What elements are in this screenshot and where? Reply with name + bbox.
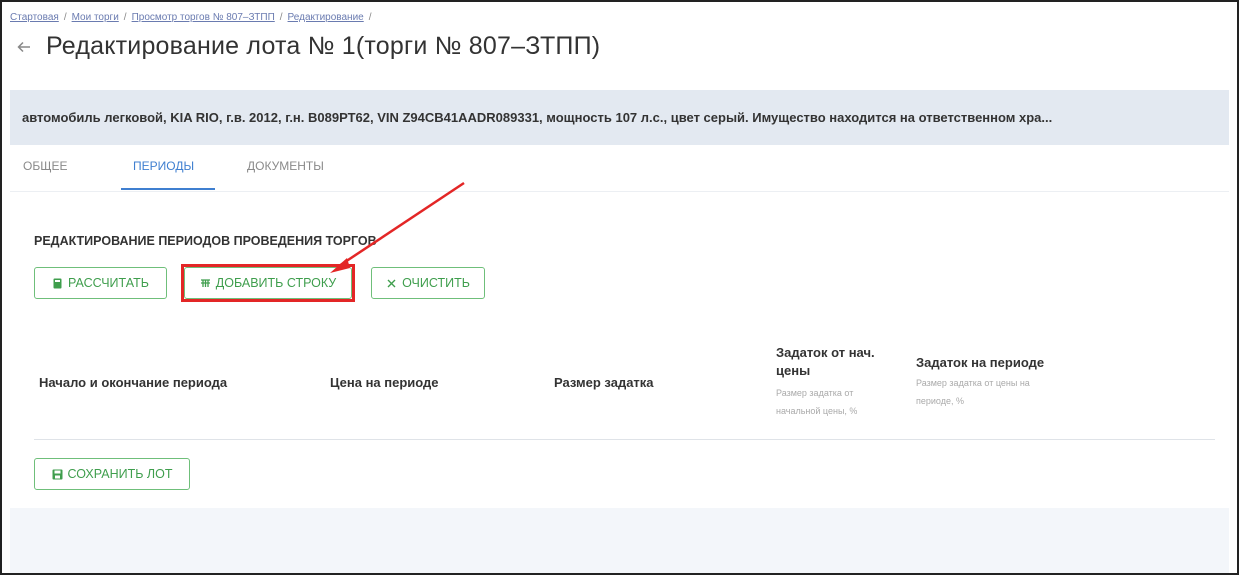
active-tab-indicator bbox=[121, 188, 215, 190]
column-subtitle: Размер задатка от начальной цены, % bbox=[776, 388, 858, 416]
tab-documents[interactable]: Документы bbox=[247, 159, 324, 173]
tab-bar: Общее Периоды Документы bbox=[10, 145, 1229, 192]
clear-label: ОЧИСТИТЬ bbox=[402, 276, 470, 290]
tab-general[interactable]: Общее bbox=[23, 159, 67, 173]
periods-panel: РЕДАКТИРОВАНИЕ ПЕРИОДОВ ПРОВЕДЕНИЯ ТОРГО… bbox=[10, 192, 1229, 508]
save-lot-label: СОХРАНИТЬ ЛОТ bbox=[67, 467, 173, 481]
close-icon bbox=[386, 278, 397, 289]
breadcrumb-my-auctions[interactable]: Мои торги bbox=[72, 12, 119, 23]
column-title: Задаток от нач. цены bbox=[776, 345, 875, 378]
column-title: Цена на периоде bbox=[330, 375, 439, 390]
column-header-deposit-initial: Задаток от нач. цены Размер задатка от н… bbox=[776, 344, 896, 420]
save-icon bbox=[52, 469, 63, 480]
column-header-deposit-period: Задаток на периоде Размер задатка от цен… bbox=[916, 355, 1086, 410]
column-subtitle: Размер задатка от цены на периоде, % bbox=[916, 378, 1030, 406]
column-header-period: Начало и окончание периода bbox=[39, 375, 227, 390]
column-title: Размер задатка bbox=[554, 375, 654, 390]
save-lot-button[interactable]: СОХРАНИТЬ ЛОТ bbox=[34, 458, 190, 490]
table-divider bbox=[34, 439, 1215, 440]
column-title: Задаток на периоде bbox=[916, 355, 1045, 370]
breadcrumb-editing[interactable]: Редактирование bbox=[288, 12, 364, 23]
page-footer-area bbox=[10, 508, 1229, 573]
calculate-label: РАССЧИТАТЬ bbox=[68, 276, 149, 290]
column-header-price: Цена на периоде bbox=[330, 375, 439, 390]
breadcrumb: Стартовая / Мои торги / Просмотр торгов № 80… bbox=[10, 12, 377, 23]
column-header-deposit: Размер задатка bbox=[554, 375, 654, 390]
arrow-left-icon[interactable] bbox=[14, 37, 34, 57]
calculate-button[interactable]: РАССЧИТАТЬ bbox=[34, 267, 167, 299]
breadcrumb-separator: / bbox=[368, 12, 372, 23]
app-frame: Стартовая / Мои торги / Просмотр торгов № 80… bbox=[0, 0, 1239, 575]
column-title: Начало и окончание периода bbox=[39, 375, 228, 390]
page-header: Редактирование лота № 1(торги № 807–ЗТПП… bbox=[14, 32, 600, 61]
lot-description: автомобиль легковой, KIA RIO, г.в. 2012,… bbox=[22, 110, 1053, 125]
breadcrumb-view-auction[interactable]: Просмотр торгов № 807–ЗТПП bbox=[132, 12, 275, 23]
breadcrumb-separator: / bbox=[63, 12, 67, 23]
breadcrumb-separator: / bbox=[279, 12, 283, 23]
lot-description-banner: автомобиль легковой, KIA RIO, г.в. 2012,… bbox=[10, 90, 1229, 145]
calculator-icon bbox=[52, 278, 63, 289]
section-title: РЕДАКТИРОВАНИЕ ПЕРИОДОВ ПРОВЕДЕНИЯ ТОРГО… bbox=[34, 234, 377, 248]
annotation-highlight bbox=[181, 264, 355, 302]
page-title: Редактирование лота № 1(торги № 807–ЗТПП… bbox=[46, 32, 601, 60]
breadcrumb-home[interactable]: Стартовая bbox=[10, 12, 59, 23]
clear-button[interactable]: ОЧИСТИТЬ bbox=[371, 267, 485, 299]
breadcrumb-separator: / bbox=[123, 12, 127, 23]
tab-periods[interactable]: Периоды bbox=[133, 159, 194, 173]
